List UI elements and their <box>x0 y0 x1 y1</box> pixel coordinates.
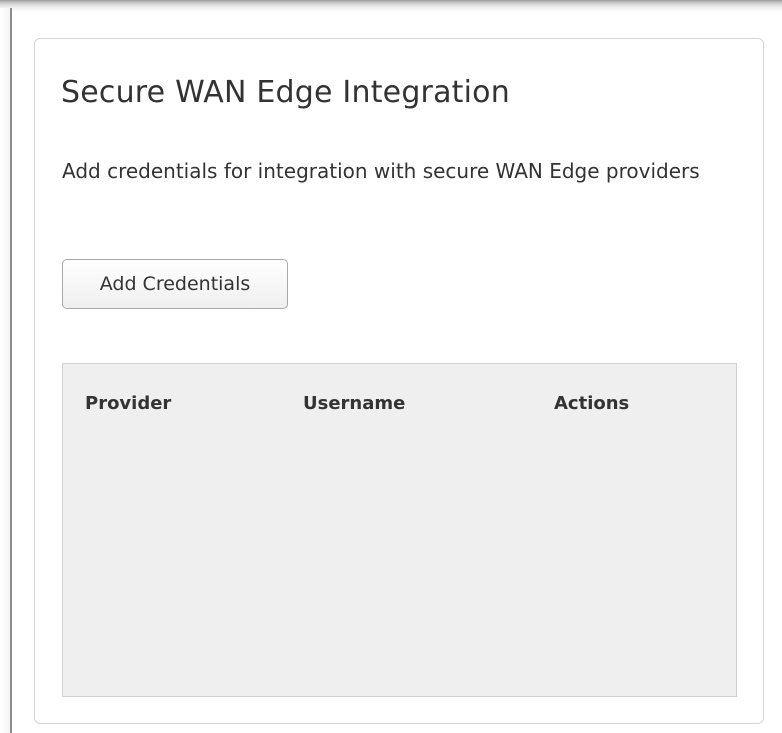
column-header-provider: Provider <box>85 393 172 414</box>
window-frame: Secure WAN Edge Integration Add credenti… <box>0 0 782 733</box>
column-header-username: Username <box>303 393 406 414</box>
panel-title: Secure WAN Edge Integration <box>61 75 510 110</box>
credentials-table: Provider Username Actions <box>62 363 737 697</box>
window-left-shade <box>0 8 10 733</box>
window-top-edge <box>0 0 782 12</box>
window-left-edge <box>10 8 12 733</box>
secure-wan-edge-panel: Secure WAN Edge Integration Add credenti… <box>34 38 764 724</box>
panel-description: Add credentials for integration with sec… <box>62 159 700 183</box>
column-header-actions: Actions <box>554 393 630 414</box>
add-credentials-button[interactable]: Add Credentials <box>62 259 288 309</box>
